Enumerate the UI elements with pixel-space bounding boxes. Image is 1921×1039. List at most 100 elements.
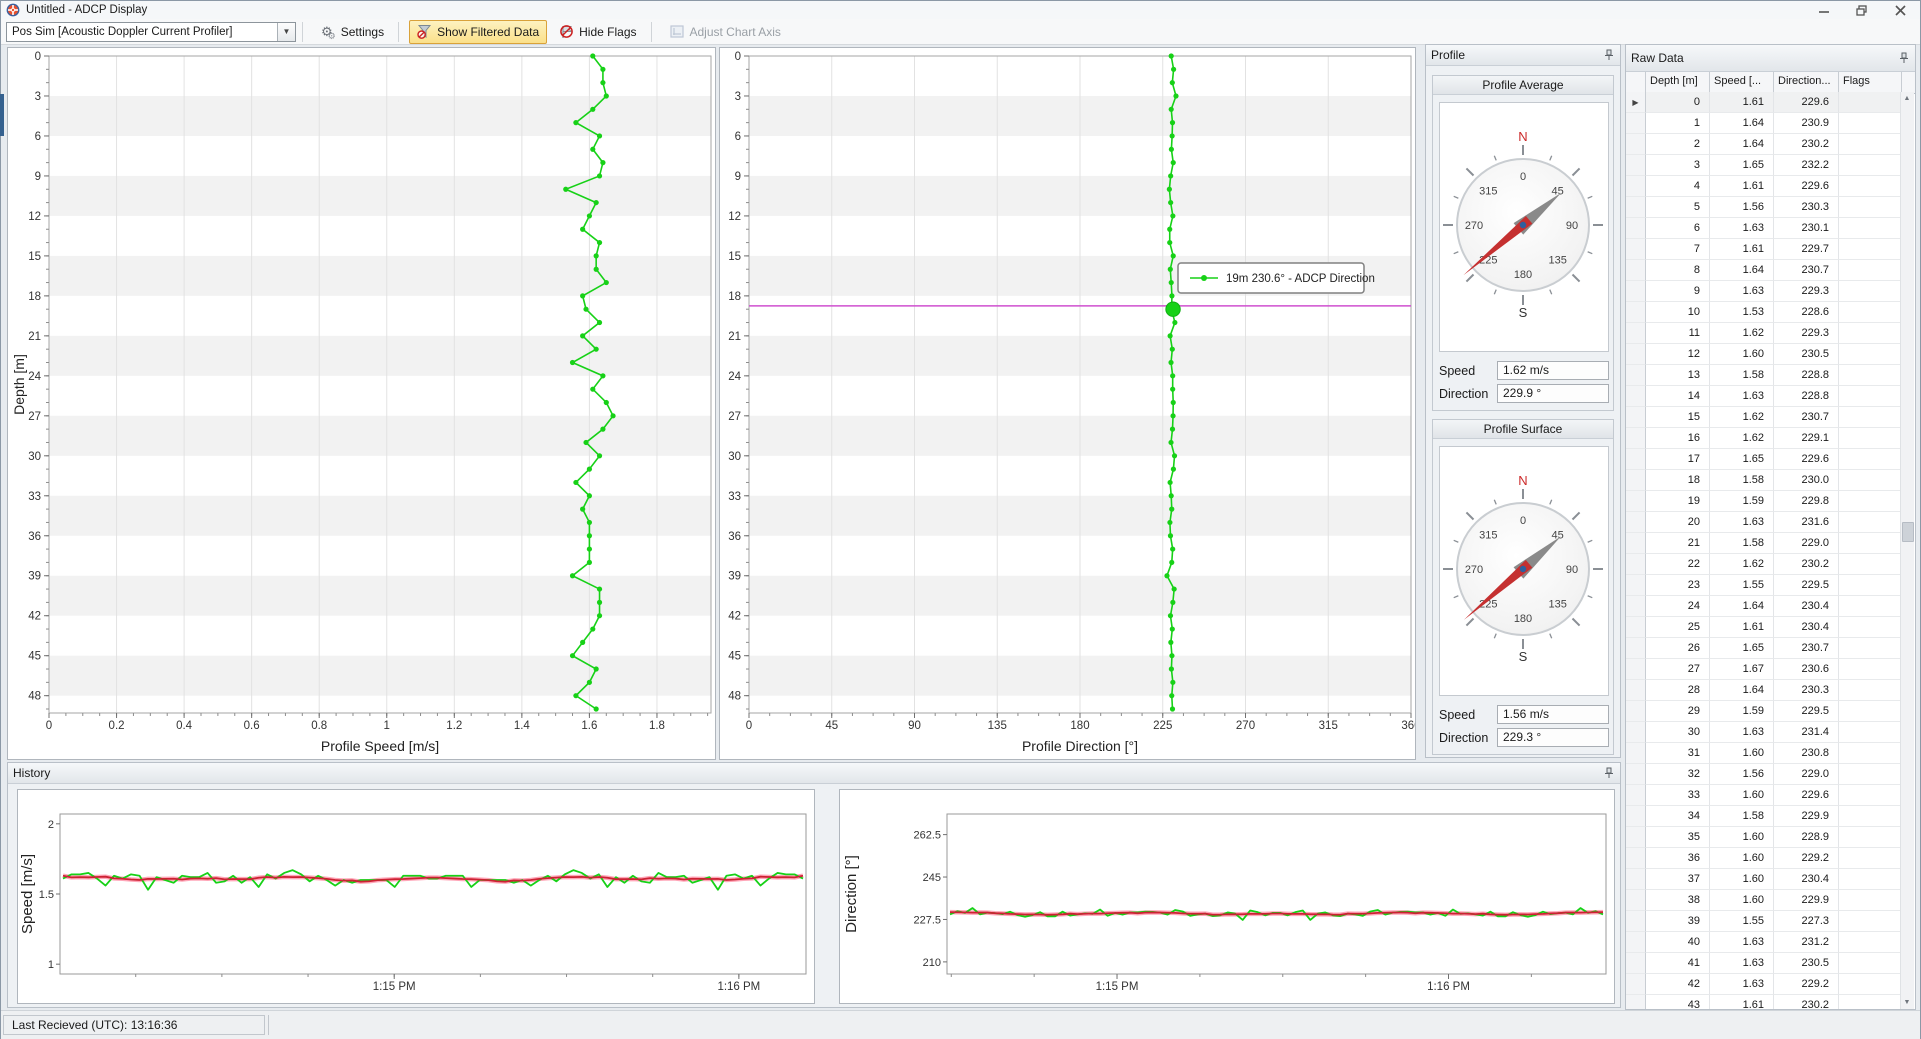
surface-direction-row: Direction 229.3 °: [1439, 728, 1609, 747]
table-cell: 14: [1646, 386, 1710, 407]
combo-dropdown-button[interactable]: ▼: [277, 23, 295, 41]
table-row[interactable]: 421.63229.2: [1626, 974, 1902, 995]
table-row[interactable]: 61.63230.1: [1626, 218, 1902, 239]
table-row[interactable]: 261.65230.7: [1626, 638, 1902, 659]
scroll-up-icon[interactable]: ▲: [1901, 92, 1913, 105]
table-row[interactable]: 431.61230.2: [1626, 995, 1902, 1009]
table-row[interactable]: 291.59229.5: [1626, 701, 1902, 722]
hide-flags-button[interactable]: Hide Flags: [551, 20, 644, 44]
column-header[interactable]: Speed [...: [1710, 72, 1774, 93]
table-cell: [1839, 953, 1902, 974]
table-row[interactable]: 31.65232.2: [1626, 155, 1902, 176]
svg-text:270: 270: [1465, 564, 1483, 576]
table-row[interactable]: 131.58228.8: [1626, 365, 1902, 386]
scroll-down-icon[interactable]: ▼: [1901, 996, 1913, 1009]
minimize-button[interactable]: [1812, 3, 1836, 17]
table-cell: [1839, 470, 1902, 491]
table-row[interactable]: 121.60230.5: [1626, 344, 1902, 365]
table-cell: 227.3: [1774, 911, 1839, 932]
table-row[interactable]: 11.64230.9: [1626, 113, 1902, 134]
close-button[interactable]: [1888, 3, 1912, 17]
svg-text:1:15 PM: 1:15 PM: [373, 981, 416, 993]
table-row[interactable]: 81.64230.7: [1626, 260, 1902, 281]
profile-direction-chart[interactable]: 0459013518022527031536003691215182124273…: [719, 47, 1416, 760]
table-cell: 1.60: [1710, 848, 1774, 869]
table-row[interactable]: 371.60230.4: [1626, 869, 1902, 890]
table-row[interactable]: 231.55229.5: [1626, 575, 1902, 596]
pin-icon[interactable]: [1603, 767, 1615, 779]
table-row[interactable]: 401.63231.2: [1626, 932, 1902, 953]
profile-panel-title: Profile: [1431, 48, 1465, 62]
table-cell: [1839, 197, 1902, 218]
table-row[interactable]: 271.67230.6: [1626, 659, 1902, 680]
table-row[interactable]: 381.60229.9: [1626, 890, 1902, 911]
column-header[interactable]: Flags: [1839, 72, 1902, 93]
table-row[interactable]: 411.63230.5: [1626, 953, 1902, 974]
table-row[interactable]: 361.60229.2: [1626, 848, 1902, 869]
table-cell: 228.8: [1774, 386, 1839, 407]
table-row[interactable]: 91.63229.3: [1626, 281, 1902, 302]
pin-icon[interactable]: [1898, 52, 1910, 64]
pin-icon[interactable]: [1603, 49, 1615, 61]
table-row[interactable]: 221.62230.2: [1626, 554, 1902, 575]
table-row[interactable]: 151.62230.7: [1626, 407, 1902, 428]
table-cell: 230.8: [1774, 743, 1839, 764]
table-cell: 1.64: [1710, 113, 1774, 134]
table-row[interactable]: 181.58230.0: [1626, 470, 1902, 491]
table-cell: [1839, 764, 1902, 785]
toolbar-separator: [398, 22, 399, 42]
svg-text:1: 1: [48, 959, 54, 971]
table-row[interactable]: 201.63231.6: [1626, 512, 1902, 533]
table-cell: 29: [1646, 701, 1710, 722]
vertical-scrollbar[interactable]: ▲ ▼: [1900, 92, 1914, 1009]
scrollbar-thumb[interactable]: [1902, 522, 1914, 542]
table-cell: 23: [1646, 575, 1710, 596]
table-row[interactable]: 41.61229.6: [1626, 176, 1902, 197]
restore-button[interactable]: [1850, 3, 1874, 17]
table-row[interactable]: 391.55227.3: [1626, 911, 1902, 932]
table-row[interactable]: 301.63231.4: [1626, 722, 1902, 743]
settings-button[interactable]: ⚙⚙ Settings: [313, 20, 392, 44]
table-row[interactable]: 111.62229.3: [1626, 323, 1902, 344]
history-direction-chart[interactable]: 210227.5245262.5Direction [°]1:15 PM1:16…: [840, 790, 1612, 1001]
table-row[interactable]: 21.64230.2: [1626, 134, 1902, 155]
svg-text:45: 45: [728, 651, 741, 663]
table-row[interactable]: 161.62229.1: [1626, 428, 1902, 449]
table-row[interactable]: 171.65229.6: [1626, 449, 1902, 470]
table-row[interactable]: 51.56230.3: [1626, 197, 1902, 218]
column-header[interactable]: Depth [m]: [1646, 72, 1710, 93]
table-row[interactable]: 241.64230.4: [1626, 596, 1902, 617]
table-cell: [1839, 281, 1902, 302]
table-row[interactable]: 331.60229.6: [1626, 785, 1902, 806]
row-indicator-cell: [1626, 827, 1646, 848]
table-row[interactable]: 71.61229.7: [1626, 239, 1902, 260]
table-cell: 20: [1646, 512, 1710, 533]
table-cell: 229.9: [1774, 890, 1839, 911]
row-indicator-cell: [1626, 176, 1646, 197]
table-row[interactable]: 341.58229.9: [1626, 806, 1902, 827]
svg-text:12: 12: [728, 211, 741, 223]
table-row[interactable]: ▶01.61229.6: [1626, 92, 1902, 113]
table-row[interactable]: 211.58229.0: [1626, 533, 1902, 554]
table-row[interactable]: 251.61230.4: [1626, 617, 1902, 638]
table-row[interactable]: 321.56229.0: [1626, 764, 1902, 785]
adjust-chart-axis-button[interactable]: Adjust Chart Axis: [662, 20, 789, 44]
table-row[interactable]: 281.64230.3: [1626, 680, 1902, 701]
table-cell: [1839, 113, 1902, 134]
table-cell: 1.61: [1710, 176, 1774, 197]
table-row[interactable]: 191.59229.8: [1626, 491, 1902, 512]
direction-label: Direction: [1439, 731, 1497, 745]
window-titlebar: Untitled - ADCP Display: [1, 1, 1920, 20]
device-selector-combo[interactable]: Pos Sim [Acoustic Doppler Current Profil…: [6, 22, 296, 42]
table-body[interactable]: ▶01.61229.611.64230.921.64230.231.65232.…: [1626, 92, 1902, 1009]
show-filtered-data-button[interactable]: Show Filtered Data: [409, 20, 547, 44]
column-header[interactable]: Direction...: [1774, 72, 1839, 93]
dock-splitter-bar[interactable]: [0, 94, 4, 136]
table-row[interactable]: 351.60228.9: [1626, 827, 1902, 848]
table-row[interactable]: 101.53228.6: [1626, 302, 1902, 323]
history-speed-chart[interactable]: 11.52Speed [m/s]1:15 PM1:16 PM: [18, 790, 812, 1001]
profile-speed-chart[interactable]: 00.20.40.60.811.21.41.61.803691215182124…: [7, 47, 716, 760]
svg-text:245: 245: [923, 872, 941, 884]
table-row[interactable]: 311.60230.8: [1626, 743, 1902, 764]
table-row[interactable]: 141.63228.8: [1626, 386, 1902, 407]
